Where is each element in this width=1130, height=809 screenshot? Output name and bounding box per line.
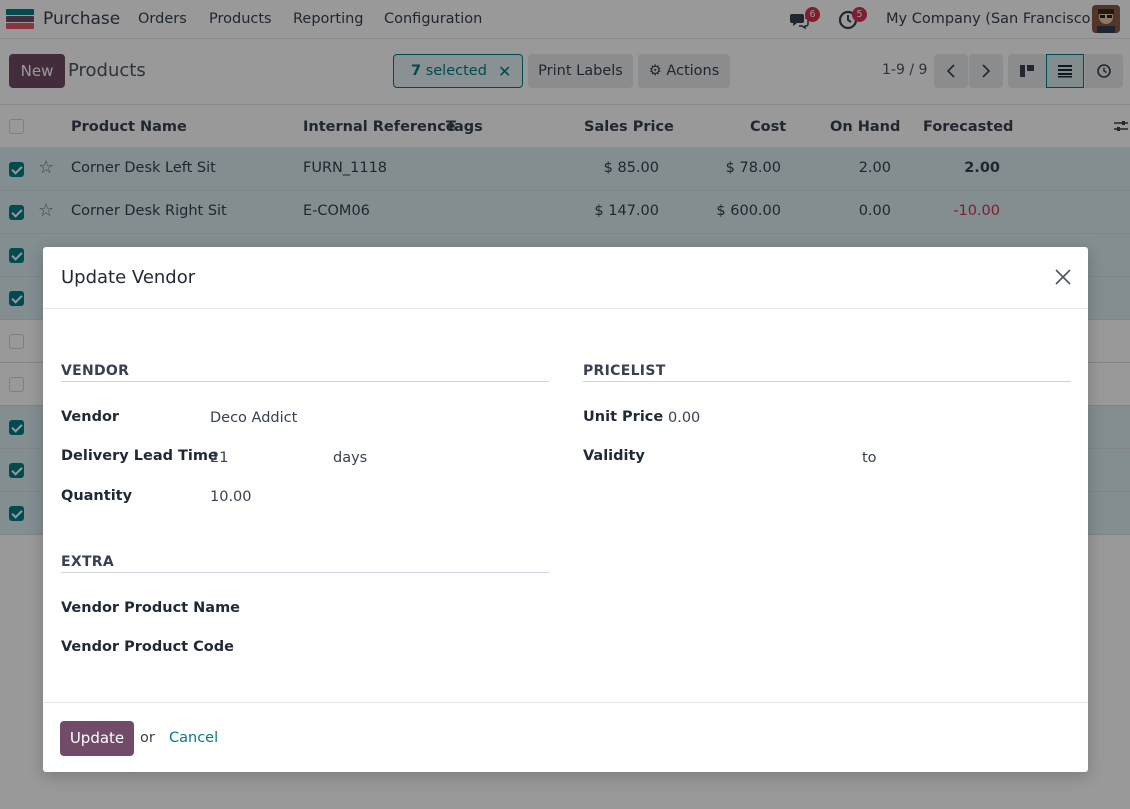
pricelist-section-title: PRICELIST	[583, 363, 666, 379]
pricelist-section-divider	[583, 381, 1071, 382]
unit-price-label: Unit Price	[583, 409, 664, 425]
lead-time-unit: days	[333, 450, 368, 466]
vendor-product-code-field[interactable]	[210, 639, 540, 659]
or-text: or	[140, 730, 155, 746]
delivery-lead-time-field[interactable]: 21	[210, 450, 228, 466]
quantity-field[interactable]: 10.00	[210, 489, 252, 505]
close-icon[interactable]	[1054, 268, 1072, 286]
dialog-header: Update Vendor	[43, 247, 1088, 309]
vendor-product-code-label: Vendor Product Code	[61, 639, 234, 655]
dialog-footer: Update or Cancel	[43, 702, 1088, 772]
extra-section-title: EXTRA	[61, 554, 115, 570]
validity-label: Validity	[583, 448, 645, 464]
vendor-product-name-field[interactable]	[210, 600, 540, 620]
update-button[interactable]: Update	[60, 721, 134, 756]
cancel-button[interactable]: Cancel	[169, 730, 218, 746]
vendor-section-divider	[61, 381, 549, 382]
validity-start-field[interactable]	[668, 448, 848, 468]
vendor-field[interactable]: Deco Addict	[210, 410, 297, 426]
quantity-label: Quantity	[61, 488, 133, 504]
update-vendor-dialog: Update Vendor VENDOR Vendor Deco Addict …	[43, 247, 1088, 772]
vendor-section-title: VENDOR	[61, 363, 130, 379]
vendor-label: Vendor	[61, 409, 120, 425]
delivery-lead-time-label: Delivery Lead Time	[61, 448, 218, 464]
dialog-title: Update Vendor	[61, 267, 196, 288]
validity-end-field[interactable]	[888, 448, 1068, 468]
unit-price-field[interactable]: 0.00	[668, 410, 700, 426]
validity-to-text: to	[862, 450, 877, 466]
extra-section-divider	[61, 572, 549, 573]
